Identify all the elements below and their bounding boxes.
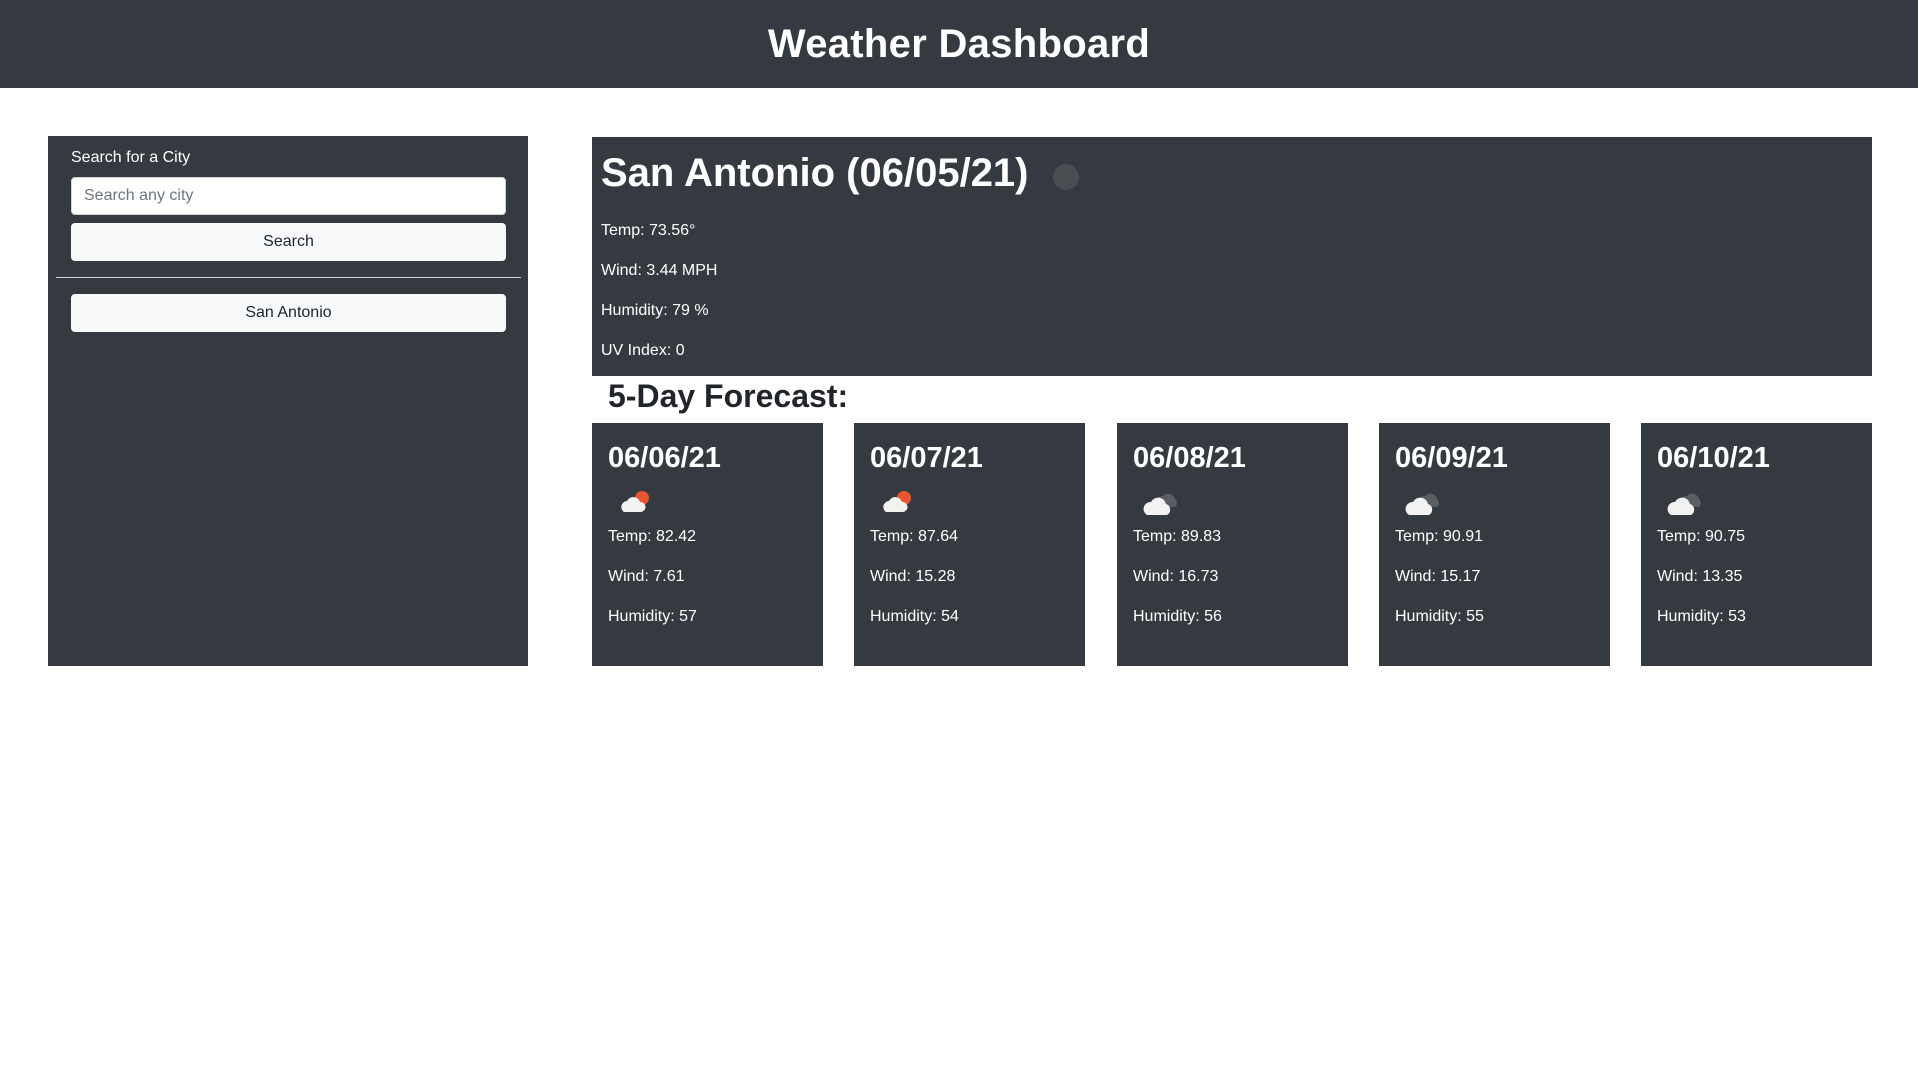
- few-clouds-day-icon: [883, 491, 911, 512]
- forecast-temp: Temp: 89.83: [1133, 528, 1222, 545]
- forecast-humidity: Humidity: 54: [870, 608, 959, 625]
- sidebar-divider: [56, 277, 521, 278]
- forecast-card: 06/07/21 Temp: 87.64 Wind: 15.28 Humidit…: [854, 423, 1085, 666]
- search-button[interactable]: Search: [71, 223, 506, 261]
- current-temp: Temp: 73.56°: [601, 222, 696, 239]
- forecast-date: 06/07/21: [870, 442, 983, 474]
- forecast-wind: Wind: 16.73: [1133, 568, 1219, 585]
- weather-icon: [1052, 164, 1079, 190]
- forecast-date: 06/08/21: [1133, 442, 1246, 474]
- forecast-date: 06/06/21: [608, 442, 721, 474]
- forecast-temp: Temp: 90.91: [1395, 528, 1484, 545]
- current-weather-panel: San Antonio (06/05/21) Temp: 73.56° Wind…: [592, 137, 1872, 376]
- forecast-temp: Temp: 82.42: [608, 528, 697, 545]
- forecast-date: 06/10/21: [1657, 442, 1770, 474]
- forecast-humidity: Humidity: 53: [1657, 608, 1746, 625]
- forecast-card: 06/10/21 Temp: 90.75 Wind: 13.35 Humidit…: [1641, 423, 1872, 666]
- forecast-humidity: Humidity: 56: [1133, 608, 1222, 625]
- app-header: Weather Dashboard: [0, 0, 1918, 88]
- page-title: Weather Dashboard: [767, 21, 1151, 66]
- broken-clouds-icon: [1143, 493, 1177, 515]
- forecast-temp: Temp: 90.75: [1657, 528, 1746, 545]
- forecast-heading: 5-Day Forecast:: [608, 378, 849, 414]
- current-humidity: Humidity: 79 %: [601, 302, 709, 319]
- history-city-button[interactable]: San Antonio: [71, 294, 506, 332]
- forecast-wind: Wind: 15.28: [870, 568, 956, 585]
- forecast-wind: Wind: 15.17: [1395, 568, 1481, 585]
- search-input[interactable]: [71, 177, 506, 215]
- forecast-cards: 06/06/21 Temp: 82.42 Wind: 7.61 Humidity…: [592, 423, 1872, 666]
- forecast-card: 06/09/21 Temp: 90.91 Wind: 15.17 Humidit…: [1379, 423, 1610, 666]
- forecast-card: 06/06/21 Temp: 82.42 Wind: 7.61 Humidity…: [592, 423, 823, 666]
- current-city-title: San Antonio (06/05/21): [601, 145, 1863, 201]
- current-uv-index: UV Index: 0: [601, 342, 685, 359]
- forecast-humidity: Humidity: 57: [608, 608, 697, 625]
- broken-clouds-icon: [1667, 493, 1701, 515]
- search-sidebar: Search for a City Search San Antonio: [48, 136, 528, 666]
- current-city-date: San Antonio (06/05/21): [601, 150, 1029, 195]
- forecast-wind: Wind: 7.61: [608, 568, 685, 585]
- broken-clouds-icon: [1405, 493, 1439, 515]
- forecast-temp: Temp: 87.64: [870, 528, 959, 545]
- current-wind: Wind: 3.44 MPH: [601, 262, 718, 279]
- search-label: Search for a City: [71, 149, 191, 166]
- forecast-wind: Wind: 13.35: [1657, 568, 1743, 585]
- few-clouds-day-icon: [621, 491, 649, 512]
- forecast-humidity: Humidity: 55: [1395, 608, 1484, 625]
- forecast-card: 06/08/21 Temp: 89.83 Wind: 16.73 Humidit…: [1117, 423, 1348, 666]
- forecast-date: 06/09/21: [1395, 442, 1508, 474]
